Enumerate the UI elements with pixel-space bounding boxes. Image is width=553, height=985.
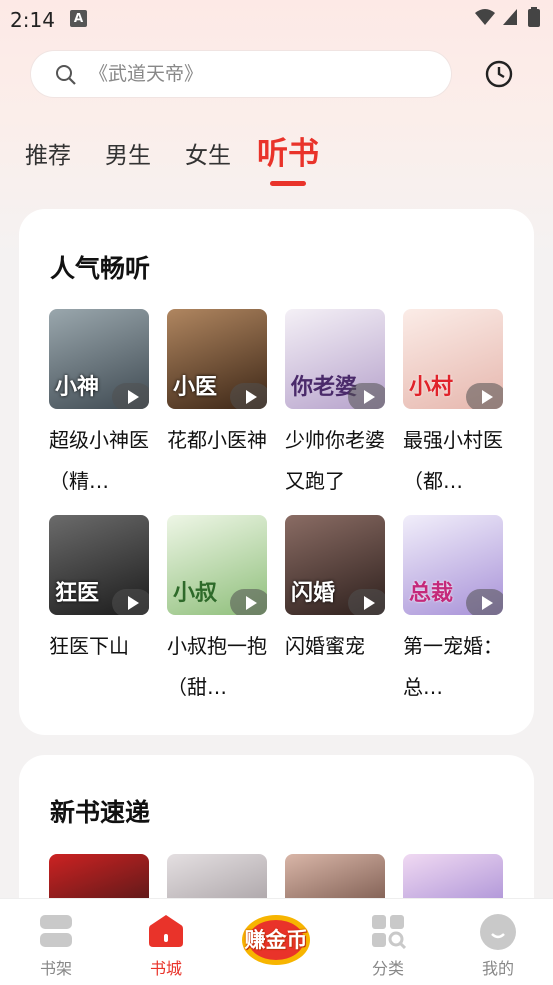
- book-cover: 闪婚: [285, 515, 385, 615]
- bookstore-icon: [149, 915, 183, 947]
- earn-coins-button[interactable]: 赚金币: [232, 908, 320, 966]
- popular-listening-card: 人气畅听 小神 超级小神医（精… 小医 花都小医神 你老婆 少帅你老婆又跑了 小…: [19, 209, 534, 735]
- tab-male[interactable]: 男生: [105, 136, 151, 170]
- nav-label: 书架: [39, 959, 72, 978]
- notification-a-icon: A: [70, 10, 87, 27]
- cell-signal-icon: [503, 9, 517, 25]
- bookshelf-icon: [40, 915, 72, 947]
- play-icon: [466, 589, 503, 615]
- book-cover: 小村: [403, 309, 503, 409]
- book-cover: 你老婆: [285, 309, 385, 409]
- book-title: 超级小神医（精…: [49, 428, 149, 493]
- nav-category[interactable]: 分类: [348, 899, 428, 985]
- tab-female[interactable]: 女生: [185, 136, 231, 170]
- book-title: 少帅你老婆又跑了: [285, 428, 385, 493]
- category-grid-icon: [372, 915, 406, 949]
- play-icon: [348, 383, 385, 409]
- active-tab-indicator: [270, 181, 306, 186]
- book-title: 最强小村医（都…: [403, 428, 503, 493]
- profile-icon: [480, 914, 516, 950]
- book-cover: 总裁: [403, 515, 503, 615]
- nav-label: 我的: [481, 959, 514, 978]
- play-icon: [230, 589, 267, 615]
- book-cover: 狂医: [49, 515, 149, 615]
- section-title: 新书速递: [50, 798, 151, 827]
- search-bar[interactable]: [31, 51, 451, 97]
- nav-bookshelf[interactable]: 书架: [16, 899, 96, 985]
- history-clock-icon[interactable]: [484, 59, 514, 89]
- nav-label: 书城: [149, 959, 182, 978]
- play-icon: [112, 383, 149, 409]
- status-bar: 2:14 A: [0, 0, 553, 38]
- tab-recommend[interactable]: 推荐: [25, 136, 71, 170]
- book-cover: 小叔: [167, 515, 267, 615]
- nav-label: 分类: [371, 959, 404, 978]
- earn-coins-label: 赚金币: [244, 928, 308, 952]
- battery-icon: [528, 7, 540, 27]
- wifi-icon: [475, 9, 495, 25]
- book-title: 闪婚蜜宠: [285, 634, 365, 658]
- nav-profile[interactable]: 我的: [458, 899, 538, 985]
- play-icon: [112, 589, 149, 615]
- search-input[interactable]: [89, 51, 429, 97]
- section-title: 人气畅听: [50, 254, 151, 283]
- book-title: 花都小医神: [167, 428, 267, 452]
- book-title: 狂医下山: [49, 634, 129, 658]
- book-cover: 小医: [167, 309, 267, 409]
- book-cover: 小神: [49, 309, 149, 409]
- play-icon: [466, 383, 503, 409]
- status-time: 2:14: [10, 8, 55, 32]
- search-icon: [56, 65, 76, 85]
- tab-audiobooks[interactable]: 听书: [257, 128, 319, 173]
- book-title: 第一宠婚：总…: [403, 634, 503, 699]
- play-icon: [348, 589, 385, 615]
- nav-bookstore[interactable]: 书城: [126, 899, 206, 985]
- book-title: 小叔抱一抱（甜…: [167, 634, 267, 699]
- play-icon: [230, 383, 267, 409]
